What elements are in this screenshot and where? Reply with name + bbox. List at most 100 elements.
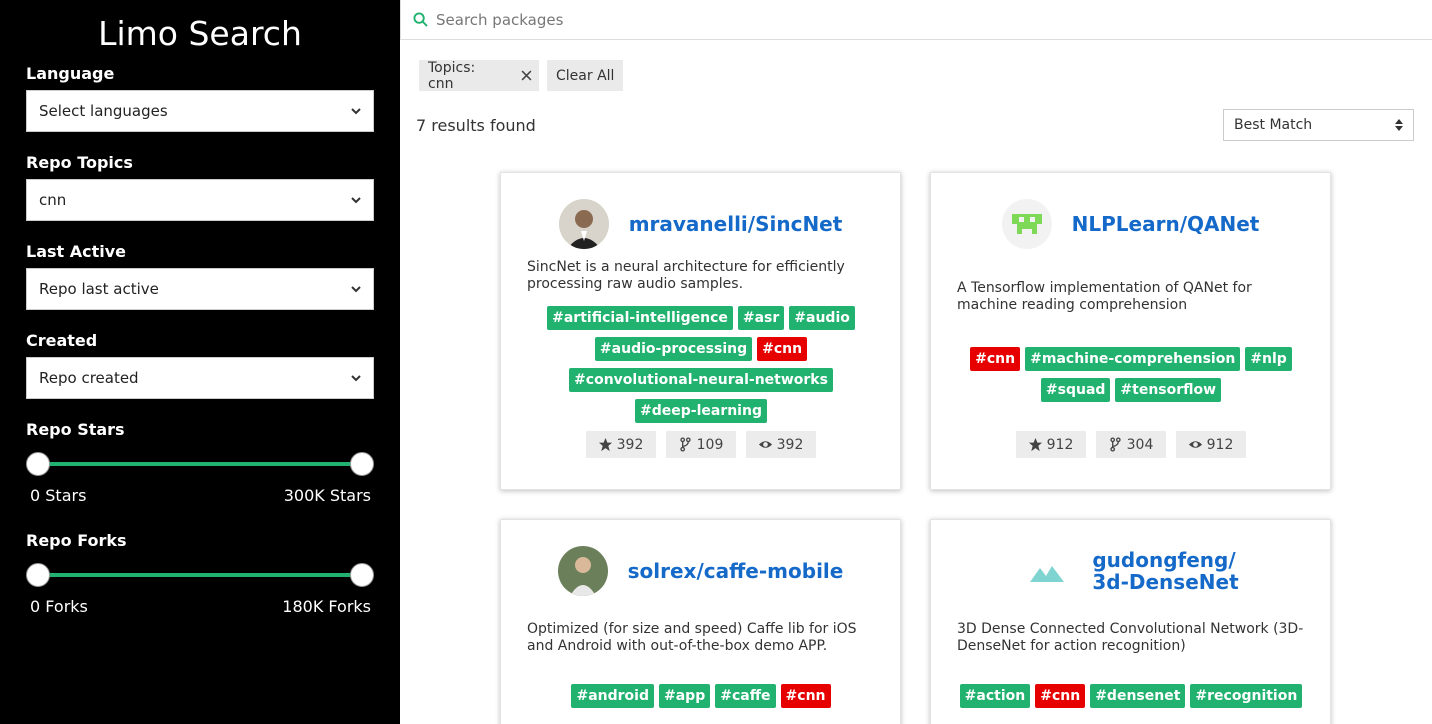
watchers-count: 392	[776, 436, 804, 453]
repo-description: SincNet is a neural architecture for eff…	[527, 259, 845, 292]
sort-select[interactable]: Best Match	[1223, 109, 1414, 141]
repo-name-line: 3d-DenseNet	[1092, 570, 1239, 594]
chevron-down-icon	[351, 108, 361, 115]
topic-tag-highlighted[interactable]: #cnn	[757, 337, 808, 361]
eye-icon	[1188, 441, 1202, 448]
card-header: gudongfeng/ 3d-DenseNet	[931, 546, 1330, 596]
topic-tag[interactable]: #machine-comprehension	[1025, 347, 1241, 371]
tag-list: #artificial-intelligence #asr #audio #au…	[521, 306, 881, 423]
avatar	[557, 546, 608, 596]
repo-stats: 912 304 912	[931, 431, 1330, 458]
eye-icon	[758, 441, 772, 448]
stars-max-text: 300K Stars	[283, 486, 371, 505]
topic-tag[interactable]: #audio	[789, 306, 855, 330]
repo-card[interactable]: NLPLearn/QANet A Tensorflow implementati…	[930, 172, 1331, 490]
language-label: Language	[26, 64, 115, 83]
stars-max-handle[interactable]	[350, 452, 374, 476]
language-select-value: Select languages	[39, 102, 168, 120]
forks-range-slider[interactable]	[26, 563, 374, 587]
forks-min-text: 0 Forks	[30, 597, 88, 616]
forks-count: 304	[1126, 436, 1154, 453]
topic-tag[interactable]: #action	[959, 684, 1031, 708]
topics-select-value: cnn	[39, 191, 67, 209]
topic-tag[interactable]: #audio-processing	[594, 337, 753, 361]
topic-tag[interactable]: #app	[659, 684, 711, 708]
created-select-value: Repo created	[39, 369, 139, 387]
repo-name-link[interactable]: mravanelli/SincNet	[629, 213, 843, 235]
created-select[interactable]: Repo created	[26, 357, 374, 399]
repo-name-line: gudongfeng/	[1092, 548, 1236, 572]
search-input[interactable]	[436, 10, 1336, 29]
topic-tag[interactable]: #asr	[737, 306, 785, 330]
tag-list: #cnn #machine-comprehension #nlp #squad …	[951, 347, 1311, 402]
repo-name-link[interactable]: solrex/caffe-mobile	[628, 560, 844, 582]
tag-list: #android #app #caffe #cnn	[521, 684, 881, 708]
chevron-down-icon	[351, 197, 361, 204]
repo-name-link[interactable]: gudongfeng/ 3d-DenseNet	[1092, 549, 1238, 593]
card-header: solrex/caffe-mobile	[501, 546, 900, 596]
watchers-stat: 912	[1175, 431, 1246, 458]
repo-description: A Tensorflow implementation of QANet for…	[957, 280, 1252, 313]
topic-tag[interactable]: #tensorflow	[1115, 378, 1222, 402]
forks-stat: 304	[1095, 431, 1166, 458]
sort-arrows-icon	[1395, 119, 1403, 131]
topic-tag[interactable]: #nlp	[1245, 347, 1292, 371]
repo-card[interactable]: gudongfeng/ 3d-DenseNet 3D Dense Connect…	[930, 519, 1331, 724]
avatar	[1001, 199, 1052, 249]
topic-tag[interactable]: #recognition	[1190, 684, 1303, 708]
topic-tag[interactable]: #squad	[1040, 378, 1111, 402]
stars-min-handle[interactable]	[26, 452, 50, 476]
language-select[interactable]: Select languages	[26, 90, 374, 132]
forks-stat: 109	[665, 431, 736, 458]
topic-tag[interactable]: #convolutional-neural-networks	[569, 368, 833, 392]
forks-min-handle[interactable]	[26, 563, 50, 587]
repo-description: Optimized (for size and speed) Caffe lib…	[527, 621, 857, 654]
search-bar	[400, 0, 1432, 40]
stars-count: 912	[1046, 436, 1074, 453]
watchers-count: 912	[1206, 436, 1234, 453]
topic-tag[interactable]: #deep-learning	[635, 399, 767, 423]
star-icon	[1028, 437, 1042, 452]
last-active-label: Last Active	[26, 242, 127, 261]
search-icon	[413, 12, 428, 27]
stars-count: 392	[616, 436, 644, 453]
last-active-select-value: Repo last active	[39, 280, 159, 298]
repo-name-link[interactable]: NLPLearn/QANet	[1072, 213, 1260, 235]
sort-select-value: Best Match	[1234, 117, 1313, 133]
stars-label: Repo Stars	[26, 420, 125, 439]
repo-card[interactable]: mravanelli/SincNet SincNet is a neural a…	[500, 172, 901, 490]
results-count: 7 results found	[416, 116, 536, 135]
topic-tag-highlighted[interactable]: #cnn	[780, 684, 831, 708]
clear-all-button[interactable]: Clear All	[547, 60, 624, 91]
fork-icon	[1109, 437, 1121, 452]
results-panel: Topics: cnn Clear All 7 results found Be…	[400, 0, 1432, 724]
topic-filter-chip: Topics: cnn	[419, 60, 513, 92]
remove-filter-button[interactable]	[513, 60, 539, 91]
filter-sidebar: Limo Search Language Select languages Re…	[0, 0, 400, 724]
stars-stat: 392	[585, 431, 656, 458]
topic-tag-highlighted[interactable]: #cnn	[1035, 684, 1086, 708]
card-header: mravanelli/SincNet	[501, 199, 900, 249]
last-active-select[interactable]: Repo last active	[26, 268, 374, 310]
topic-tag[interactable]: #densenet	[1090, 684, 1186, 708]
topic-tag[interactable]: #android	[571, 684, 654, 708]
forks-label: Repo Forks	[26, 531, 127, 550]
stars-stat: 912	[1015, 431, 1086, 458]
topics-label: Repo Topics	[26, 153, 133, 172]
card-header: NLPLearn/QANet	[931, 199, 1330, 249]
forks-max-handle[interactable]	[350, 563, 374, 587]
fork-icon	[679, 437, 691, 452]
repo-card[interactable]: solrex/caffe-mobile Optimized (for size …	[500, 519, 901, 724]
topics-select[interactable]: cnn	[26, 179, 374, 221]
app-title: Limo Search	[98, 14, 302, 53]
watchers-stat: 392	[745, 431, 816, 458]
tag-list: #action #cnn #densenet #recognition	[951, 684, 1311, 708]
topic-tag[interactable]: #caffe	[715, 684, 776, 708]
topic-tag-highlighted[interactable]: #cnn	[970, 347, 1021, 371]
stars-range-slider[interactable]	[26, 452, 374, 476]
chevron-down-icon	[351, 286, 361, 293]
topic-tag[interactable]: #artificial-intelligence	[547, 306, 733, 330]
repo-description: 3D Dense Connected Convolutional Network…	[957, 621, 1304, 654]
created-label: Created	[26, 331, 98, 350]
repo-stats: 392 109 392	[501, 431, 900, 458]
